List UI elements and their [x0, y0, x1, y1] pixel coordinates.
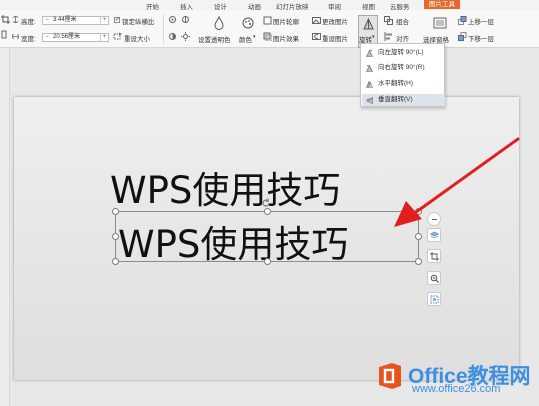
picture-selection-box[interactable] — [115, 211, 419, 262]
picture-effects-icon[interactable] — [263, 32, 272, 41]
width-increase-button[interactable]: + — [100, 34, 108, 41]
group-icon[interactable] — [384, 16, 393, 25]
resize-handle-top-left[interactable] — [112, 208, 119, 215]
height-increase-button[interactable]: + — [100, 17, 108, 24]
rotation-handle-icon[interactable] — [261, 198, 271, 208]
brightness-icon[interactable] — [181, 32, 190, 41]
height-value[interactable]: 3.44厘米 — [53, 17, 77, 24]
transparent-color-icon[interactable] — [212, 16, 226, 30]
send-backward-icon[interactable] — [458, 32, 467, 41]
menu-item-flip-vertical[interactable]: 垂直翻转(V) — [362, 94, 445, 106]
height-icon — [12, 16, 19, 23]
resize-handle-right[interactable] — [415, 233, 422, 240]
reset-picture-button[interactable]: 重设图片 — [322, 33, 348, 43]
rotate-icon — [363, 18, 374, 30]
zoom-icon — [430, 274, 439, 283]
ribbon-separator — [163, 13, 164, 45]
lock-ratio-checkbox[interactable]: ✓ — [114, 17, 120, 23]
resize-handle-bottom-left[interactable] — [112, 258, 119, 265]
picture-effects-button[interactable]: 图片效果 — [273, 33, 299, 43]
picture-outline-icon[interactable] — [263, 16, 272, 25]
transparent-color-button[interactable]: 设置透明色 — [198, 34, 231, 44]
width-decrease-button[interactable]: − — [43, 34, 51, 41]
resize-handle-top[interactable] — [264, 208, 271, 215]
menu-item-rotate-right[interactable]: 向右旋转 90°(R) — [362, 62, 445, 74]
resize-handle-bottom-right[interactable] — [415, 258, 422, 265]
resize-icon[interactable] — [1, 30, 7, 39]
width-icon — [12, 33, 19, 40]
bring-forward-button[interactable]: 上移一层 — [468, 16, 494, 26]
width-spinner[interactable]: − 20.56厘米 + — [42, 33, 109, 42]
resize-handle-bottom[interactable] — [264, 258, 271, 265]
layers-icon — [430, 231, 439, 239]
resize-handle-left[interactable] — [112, 233, 119, 240]
change-picture-button[interactable]: 更改图片 — [322, 16, 348, 26]
bring-forward-icon[interactable] — [458, 16, 467, 25]
extract-image-icon — [430, 295, 439, 304]
ribbon: 高度: − 3.44厘米 + 宽度: − 20.56厘米 + ✓ 锁定纵横比 重… — [0, 10, 539, 48]
float-extract-button[interactable] — [427, 292, 441, 306]
picture-adjust-icon[interactable] — [181, 15, 190, 24]
thumbnail-pane[interactable] — [0, 48, 10, 406]
pointer-arrow — [394, 137, 520, 227]
float-zoom-button[interactable] — [427, 271, 441, 285]
menu-item-rotate-left[interactable]: 向左旋转 90°(L) — [362, 47, 445, 59]
color-dropdown-icon[interactable]: ▾ — [253, 34, 256, 40]
width-value[interactable]: 20.56厘米 — [53, 34, 80, 41]
menu-item-flip-horizontal[interactable]: 水平翻转(H) — [362, 78, 445, 90]
rotate-dropdown-icon: ▾ — [372, 34, 375, 40]
flip-horizontal-icon — [366, 81, 373, 88]
crop-icon — [430, 252, 439, 261]
flip-vertical-icon — [366, 97, 373, 104]
tab-picture-tools[interactable]: 图片工具 — [424, 0, 460, 9]
watermark-url: www.office26.com — [412, 383, 501, 395]
rotate-dropdown-menu: 向左旋转 90°(L) 向右旋转 90°(R) 水平翻转(H) 垂直翻转(V) — [360, 43, 445, 107]
lock-ratio-label: 锁定纵横比 — [122, 19, 155, 26]
align-button[interactable]: 对齐 — [396, 33, 409, 43]
contrast-up-icon[interactable] — [168, 32, 177, 41]
crop-icon[interactable] — [1, 15, 10, 24]
align-icon[interactable] — [384, 32, 393, 41]
height-spinner[interactable]: − 3.44厘米 + — [42, 16, 109, 25]
color-icon[interactable] — [241, 16, 255, 30]
office-logo-icon — [379, 363, 401, 389]
rotate-right-icon — [366, 65, 373, 72]
width-label: 宽度: — [21, 36, 36, 43]
height-decrease-button[interactable]: − — [43, 17, 51, 24]
compress-picture-icon[interactable] — [168, 15, 177, 24]
reset-size-button[interactable]: 重设大小 — [124, 33, 150, 43]
slide-text-original[interactable]: WPS使用技巧 — [110, 160, 340, 214]
menu-item-label: 向左旋转 90°(L) — [378, 49, 424, 56]
change-picture-icon[interactable] — [312, 16, 321, 25]
menu-item-label: 向右旋转 90°(R) — [378, 64, 425, 71]
reset-size-icon[interactable] — [113, 32, 122, 41]
ribbon-tab-bar: 开始 插入 设计 动画 幻灯片放映 审阅 视图 云服务 图片工具 — [0, 0, 539, 11]
color-button[interactable]: 颜色 — [239, 34, 252, 44]
reset-picture-icon[interactable] — [312, 32, 321, 41]
menu-item-label: 水平翻转(H) — [378, 80, 414, 87]
selection-pane-icon[interactable] — [433, 16, 447, 30]
send-backward-button[interactable]: 下移一层 — [468, 33, 494, 43]
float-layers-button[interactable] — [427, 228, 441, 242]
rotate-left-icon — [366, 50, 373, 57]
menu-item-label: 垂直翻转(V) — [378, 96, 413, 103]
group-button[interactable]: 组合 — [396, 16, 409, 26]
float-crop-button[interactable] — [427, 249, 441, 263]
height-label: 高度: — [21, 19, 36, 26]
picture-outline-button[interactable]: 图片轮廓 — [273, 16, 299, 26]
